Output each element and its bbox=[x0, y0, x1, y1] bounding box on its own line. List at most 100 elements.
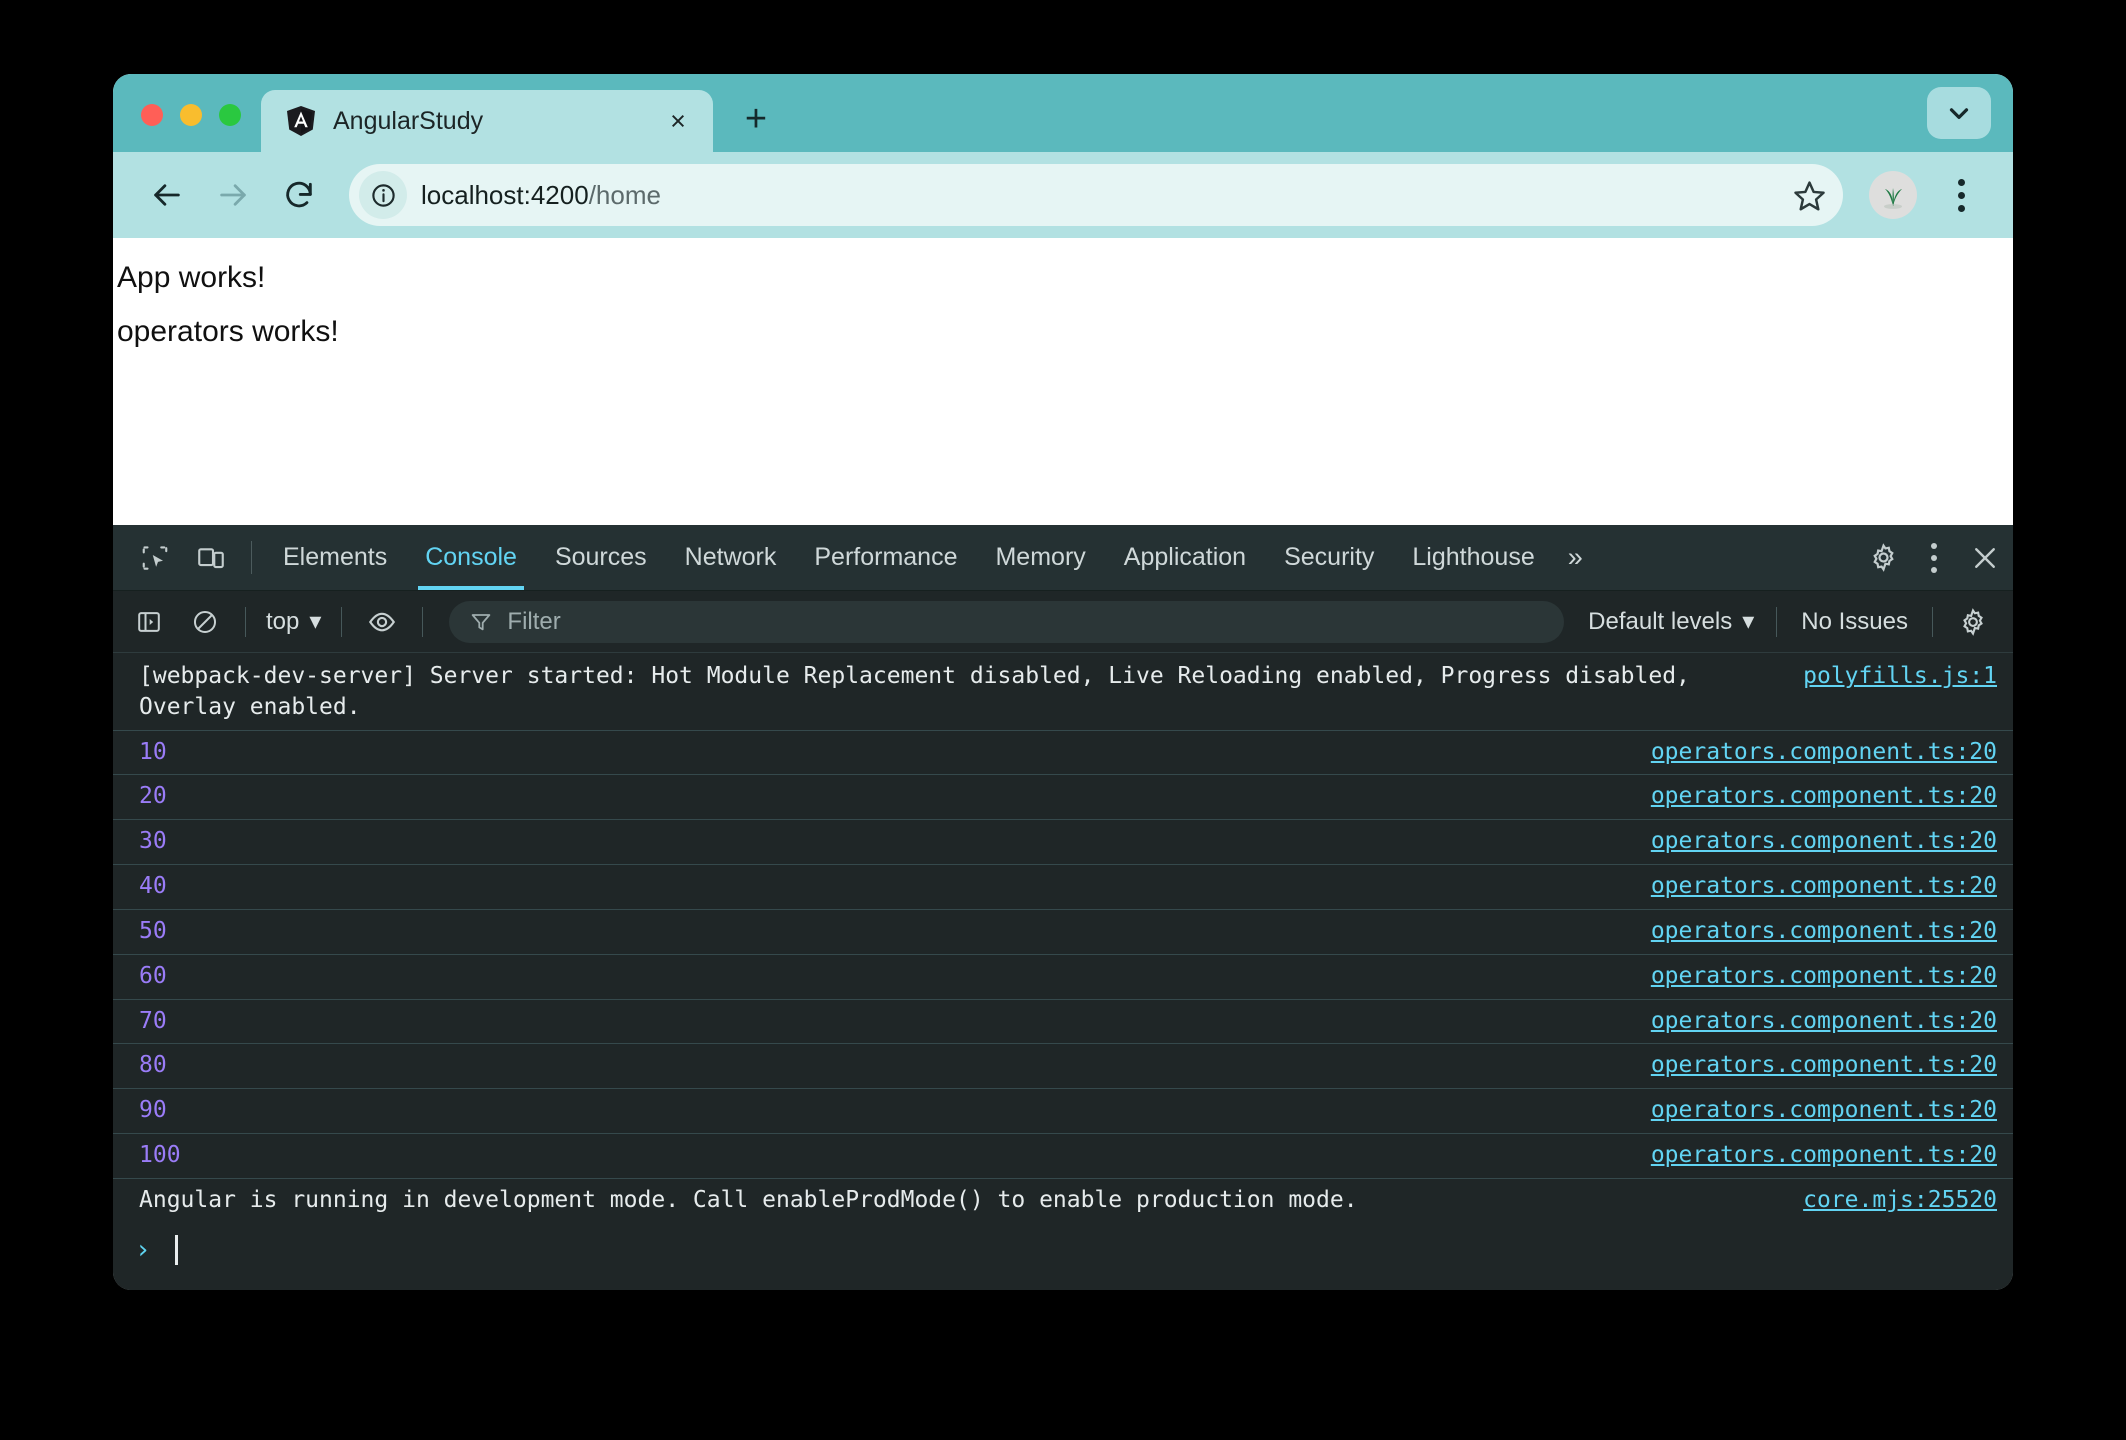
chevron-down-icon: ▾ bbox=[1742, 607, 1754, 636]
tab-performance[interactable]: Performance bbox=[795, 525, 976, 590]
page-line-app-works: App works! bbox=[113, 256, 2013, 300]
console-message-row[interactable]: 20 operators.component.ts:20 bbox=[113, 775, 2013, 820]
close-icon bbox=[1970, 543, 2000, 573]
console-source-link[interactable]: operators.component.ts:20 bbox=[1651, 1140, 1997, 1171]
forward-arrow-icon bbox=[216, 178, 250, 212]
console-message-row[interactable]: 50 operators.component.ts:20 bbox=[113, 910, 2013, 955]
console-message-text: 90 bbox=[139, 1095, 1651, 1126]
console-message-text: 80 bbox=[139, 1050, 1651, 1081]
profile-avatar[interactable] bbox=[1869, 171, 1917, 219]
minimize-window-button[interactable] bbox=[180, 104, 202, 126]
site-info-button[interactable] bbox=[359, 171, 407, 219]
console-message-list[interactable]: [webpack-dev-server] Server started: Hot… bbox=[113, 653, 2013, 1290]
console-message-row[interactable]: 100 operators.component.ts:20 bbox=[113, 1134, 2013, 1179]
console-message-text: 20 bbox=[139, 781, 1651, 812]
more-tabs-button[interactable]: » bbox=[1554, 525, 1597, 590]
tab-lighthouse[interactable]: Lighthouse bbox=[1393, 525, 1553, 590]
close-devtools-button[interactable] bbox=[1957, 543, 2013, 573]
window-controls bbox=[113, 104, 261, 152]
tab-elements[interactable]: Elements bbox=[264, 525, 406, 590]
maximize-window-button[interactable] bbox=[219, 104, 241, 126]
live-expression-button[interactable] bbox=[356, 596, 408, 648]
chevron-down-icon bbox=[1944, 98, 1974, 128]
url-path: /home bbox=[589, 180, 661, 210]
filterbar-divider-2 bbox=[341, 607, 342, 637]
tab-network[interactable]: Network bbox=[666, 525, 796, 590]
console-message-row[interactable]: Angular is running in development mode. … bbox=[113, 1179, 2013, 1223]
page-content: App works! operators works! bbox=[113, 238, 2013, 525]
url-host: localhost:4200 bbox=[421, 180, 589, 210]
new-tab-button[interactable]: + bbox=[727, 90, 785, 148]
console-message-text: 100 bbox=[139, 1140, 1651, 1171]
tab-sources[interactable]: Sources bbox=[536, 525, 666, 590]
browser-tab-angularstudy[interactable]: AngularStudy × bbox=[261, 90, 713, 152]
clear-console-icon bbox=[191, 608, 219, 636]
forward-button[interactable] bbox=[203, 165, 263, 225]
console-message-row[interactable]: 70 operators.component.ts:20 bbox=[113, 1000, 2013, 1045]
close-window-button[interactable] bbox=[141, 104, 163, 126]
clear-console-button[interactable] bbox=[179, 596, 231, 648]
devtools-more-menu-button[interactable] bbox=[1911, 530, 1957, 586]
issues-status[interactable]: No Issues bbox=[1791, 608, 1918, 636]
console-source-link[interactable]: operators.component.ts:20 bbox=[1651, 961, 1997, 992]
filterbar-divider-5 bbox=[1932, 607, 1933, 637]
address-bar[interactable]: localhost:4200/home bbox=[349, 164, 1843, 226]
console-context-label: top bbox=[266, 608, 299, 636]
console-settings-gear-icon bbox=[1958, 607, 1988, 637]
tab-application[interactable]: Application bbox=[1105, 525, 1265, 590]
console-source-link[interactable]: operators.component.ts:20 bbox=[1651, 1095, 1997, 1126]
star-icon bbox=[1793, 179, 1826, 212]
console-message-text: 30 bbox=[139, 826, 1651, 857]
eye-icon bbox=[367, 607, 397, 637]
console-message-row[interactable]: 60 operators.component.ts:20 bbox=[113, 955, 2013, 1000]
page-line-operators-works: operators works! bbox=[113, 310, 2013, 354]
tab-memory[interactable]: Memory bbox=[976, 525, 1104, 590]
console-sidebar-toggle-icon bbox=[135, 608, 163, 636]
browser-menu-button[interactable] bbox=[1935, 167, 1987, 223]
angular-logo-icon bbox=[285, 105, 317, 137]
filterbar-divider-1 bbox=[245, 607, 246, 637]
console-source-link[interactable]: operators.component.ts:20 bbox=[1651, 737, 1997, 768]
console-message-row[interactable]: 30 operators.component.ts:20 bbox=[113, 820, 2013, 865]
console-source-link[interactable]: operators.component.ts:20 bbox=[1651, 1050, 1997, 1081]
devtools-tabbar-spacer bbox=[1597, 525, 1830, 590]
console-message-row[interactable]: 90 operators.component.ts:20 bbox=[113, 1089, 2013, 1134]
inspect-element-icon bbox=[140, 543, 170, 573]
console-source-link[interactable]: operators.component.ts:20 bbox=[1651, 826, 1997, 857]
console-message-row[interactable]: 80 operators.component.ts:20 bbox=[113, 1044, 2013, 1089]
device-toolbar-button[interactable] bbox=[183, 525, 239, 590]
tab-console[interactable]: Console bbox=[406, 525, 536, 590]
reload-button[interactable] bbox=[269, 165, 329, 225]
console-message-row[interactable]: 10 operators.component.ts:20 bbox=[113, 731, 2013, 776]
console-log-levels-selector[interactable]: Default levels ▾ bbox=[1580, 607, 1762, 636]
tab-search-button[interactable] bbox=[1927, 87, 1991, 139]
console-message-row[interactable]: [webpack-dev-server] Server started: Hot… bbox=[113, 655, 2013, 731]
browser-window: AngularStudy × + bbox=[113, 74, 2013, 1290]
close-tab-button[interactable]: × bbox=[661, 104, 695, 138]
back-button[interactable] bbox=[137, 165, 197, 225]
reload-icon bbox=[282, 178, 316, 212]
console-filter-placeholder: Filter bbox=[507, 608, 560, 636]
console-message-row[interactable]: 40 operators.component.ts:20 bbox=[113, 865, 2013, 910]
console-source-link[interactable]: operators.component.ts:20 bbox=[1651, 781, 1997, 812]
console-source-link[interactable]: core.mjs:25520 bbox=[1803, 1185, 1997, 1216]
settings-gear-icon bbox=[1868, 542, 1899, 573]
filter-funnel-icon bbox=[469, 610, 493, 634]
console-settings-button[interactable] bbox=[1947, 596, 1999, 648]
console-filter-input[interactable]: Filter bbox=[449, 601, 1564, 643]
bookmark-button[interactable] bbox=[1783, 169, 1835, 221]
console-prompt[interactable]: › bbox=[113, 1223, 2013, 1277]
console-message-text: 40 bbox=[139, 871, 1651, 902]
tab-security[interactable]: Security bbox=[1265, 525, 1393, 590]
console-source-link[interactable]: operators.component.ts:20 bbox=[1651, 871, 1997, 902]
console-source-link[interactable]: operators.component.ts:20 bbox=[1651, 1006, 1997, 1037]
console-filter-bar: top ▾ Filter Default levels ▾ bbox=[113, 591, 2013, 653]
console-source-link[interactable]: polyfills.js:1 bbox=[1803, 661, 1997, 692]
console-source-link[interactable]: operators.component.ts:20 bbox=[1651, 916, 1997, 947]
console-context-selector[interactable]: top ▾ bbox=[260, 607, 327, 636]
info-circle-icon bbox=[370, 182, 397, 209]
console-sidebar-toggle-button[interactable] bbox=[123, 596, 175, 648]
inspect-element-button[interactable] bbox=[127, 525, 183, 590]
devtools-settings-button[interactable] bbox=[1855, 542, 1911, 573]
device-toolbar-icon bbox=[196, 543, 226, 573]
